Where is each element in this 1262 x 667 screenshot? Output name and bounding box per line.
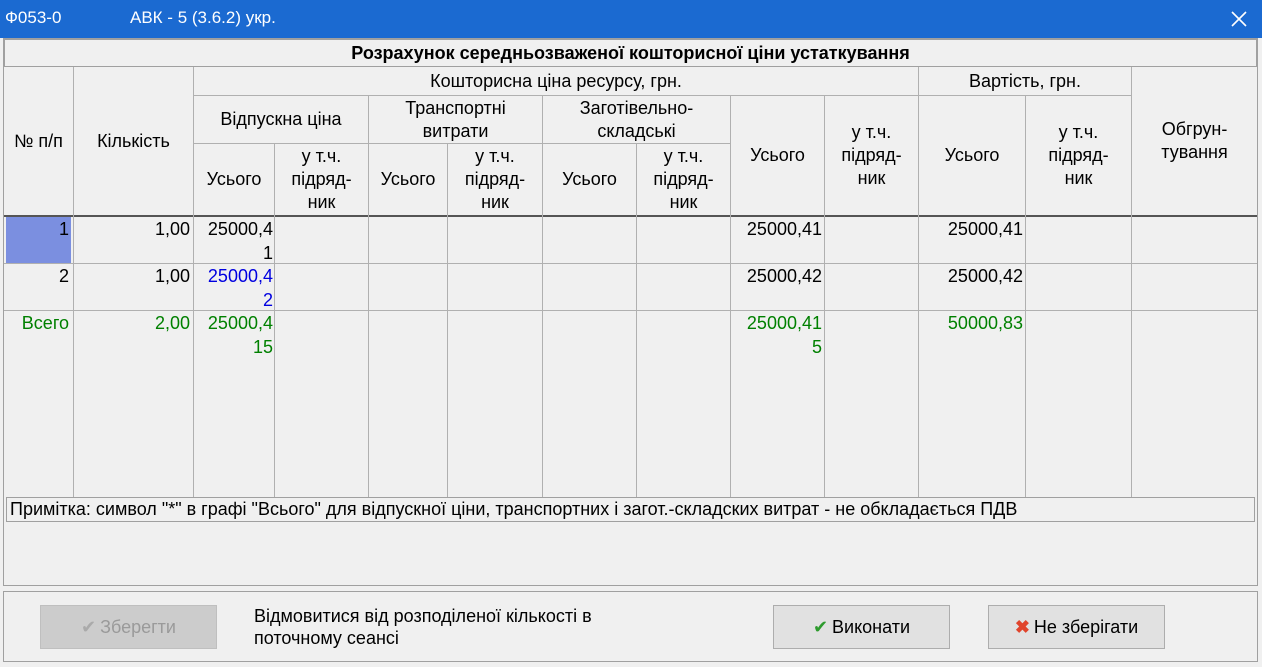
row-num-cell-selected[interactable]: 1: [6, 217, 71, 263]
col-header-cost-contractor: у т.ч. підряд-ник: [1048, 122, 1109, 188]
app-title: АВК - 5 (3.6.2) укр.: [130, 8, 276, 27]
col-header-estimate-price: Кошторисна ціна ресурсу, грн.: [430, 70, 682, 91]
release-total-cell[interactable]: 25000,42: [199, 264, 273, 312]
cost-total-cell: 25000,41: [947, 219, 1023, 239]
col-header-transport-contractor: у т.ч. підряд-ник: [464, 146, 526, 212]
execute-button-label: Виконати: [832, 616, 911, 637]
check-icon: ✔: [812, 616, 829, 637]
summary-label: Всего: [21, 313, 69, 333]
check-icon: ✔: [81, 616, 97, 637]
main-panel: Розрахунок середньозваженої кошторисної …: [3, 38, 1258, 586]
table-title: Розрахунок середньозваженої кошторисної …: [4, 39, 1257, 67]
qty-cell[interactable]: 1,00: [74, 217, 191, 241]
col-header-release-price: Відпускна ціна: [220, 109, 342, 129]
form-code: Ф053-0: [5, 8, 62, 27]
col-header-cost-total: Усього: [944, 145, 1000, 165]
summary-release-total: 25000,415: [207, 313, 273, 357]
row-num-cell[interactable]: 2: [6, 264, 71, 288]
dont-save-button-label: Не зберігати: [1033, 616, 1139, 637]
col-header-transport-total: Усього: [380, 169, 436, 189]
close-icon: [1231, 11, 1247, 27]
col-header-procurement: Заготівельно-складські: [579, 97, 694, 141]
qty-cell[interactable]: 1,00: [74, 264, 191, 288]
summary-row: Всего 2,00 25000,415 25000,415 50000,83: [4, 311, 1257, 371]
col-header-release-contractor: у т.ч. підряд-ник: [291, 146, 352, 212]
note-text: Примітка: символ "*" в графі "Всього" дл…: [6, 497, 1255, 522]
summary-cost-total: 50000,83: [947, 313, 1023, 333]
execute-button[interactable]: ✔ Виконати: [773, 605, 950, 649]
col-header-release-total: Усього: [206, 169, 262, 189]
col-header-total-contractor: у т.ч. підряд-ник: [841, 122, 902, 188]
title-bar: Ф053-0 АВК - 5 (3.6.2) укр.: [0, 0, 1262, 38]
col-header-total: Усього: [750, 145, 805, 165]
summary-total: 25000,415: [746, 313, 822, 357]
save-button[interactable]: ✔ Зберегти: [40, 605, 217, 649]
cost-total-cell: 25000,42: [947, 266, 1023, 286]
table-row[interactable]: 1 1,00 25000,41 25000,41 25000,41: [4, 217, 1257, 263]
total-cell: 25000,41: [746, 219, 822, 239]
col-header-procurement-total: Усього: [562, 169, 617, 189]
table-row[interactable]: 2 1,00 25000,42 25000,42 25000,42: [4, 264, 1257, 310]
close-button[interactable]: [1216, 0, 1262, 38]
col-header-qty: Кількість: [97, 130, 170, 151]
col-header-justification: Обгрун-тування: [1161, 119, 1228, 162]
col-header-procurement-contractor: у т.ч. підряд-ник: [653, 146, 714, 212]
total-cell: 25000,42: [746, 266, 822, 286]
col-header-cost: Вартість, грн.: [968, 70, 1082, 91]
release-total-cell[interactable]: 25000,41: [199, 217, 273, 265]
summary-qty: 2,00: [154, 313, 190, 333]
col-header-transport: Транспортні витрати: [405, 97, 506, 141]
dont-save-button[interactable]: ✖ Не зберігати: [988, 605, 1165, 649]
footer-bar: ✔ Зберегти Відмовитися від розподіленої …: [3, 591, 1258, 662]
cancel-distribution-message: Відмовитися від розподіленої кількості в…: [254, 606, 592, 648]
col-header-num: № п/п: [14, 130, 63, 151]
cross-icon: ✖: [1014, 616, 1030, 637]
save-button-label: Зберегти: [100, 616, 176, 637]
